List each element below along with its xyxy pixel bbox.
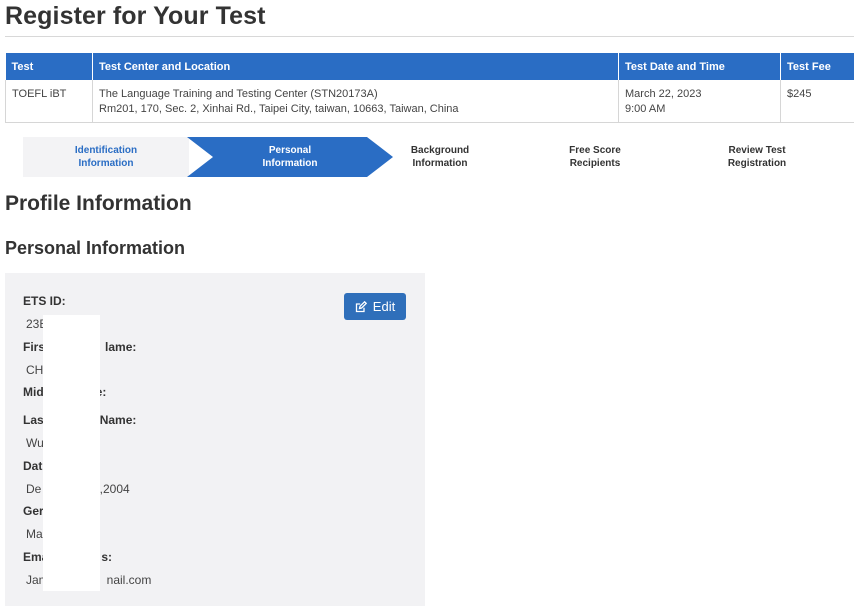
table-header-row: Test Test Center and Location Test Date …	[5, 53, 854, 80]
fee-cell: $245	[780, 80, 854, 123]
test-summary-table: Test Test Center and Location Test Date …	[5, 53, 854, 123]
edit-label: Edit	[372, 299, 396, 314]
step-background-information[interactable]: Background Information	[359, 137, 521, 177]
profile-section-title: Profile Information	[5, 192, 192, 215]
column-header-date: Test Date and Time	[618, 53, 781, 80]
test-center-name: The Language Training and Testing Center…	[99, 88, 378, 100]
center-cell: The Language Training and Testing Center…	[92, 80, 619, 123]
redaction-overlay	[43, 315, 100, 591]
field-gender: Ger Ma	[23, 504, 44, 541]
test-date: March 22, 2023	[625, 88, 702, 100]
step-label: Free Score Recipients	[569, 145, 621, 169]
edit-button[interactable]: Edit	[344, 293, 406, 320]
test-cell: TOEFL iBT	[5, 80, 93, 123]
page-title: Register for Your Test	[5, 2, 266, 30]
field-label: Ger	[23, 504, 44, 518]
step-label: Review Test Registration	[727, 145, 787, 169]
column-header-center: Test Center and Location	[92, 53, 619, 80]
test-center-address: Rm201, 170, Sec. 2, Xinhai Rd., Taipei C…	[99, 103, 459, 115]
step-identification-information[interactable]: Identification Information	[23, 137, 189, 177]
edit-icon	[355, 300, 367, 313]
test-name: TOEFL iBT	[12, 88, 67, 100]
step-review-test-registration[interactable]: Review Test Registration	[675, 137, 839, 177]
table-row: TOEFL iBT The Language Training and Test…	[5, 80, 854, 123]
field-value: Ma	[26, 527, 43, 541]
test-fee: $245	[787, 88, 812, 100]
step-label: Background Information	[410, 145, 470, 169]
date-cell: March 22, 2023 9:00 AM	[618, 80, 781, 123]
column-header-test: Test	[5, 53, 93, 80]
test-time: 9:00 AM	[625, 103, 666, 115]
step-label: Personal Information	[262, 145, 318, 169]
title-divider	[5, 36, 854, 37]
registration-stepper: Identification Information Personal Inform…	[23, 137, 849, 177]
personal-info-title: Personal Information	[5, 238, 186, 258]
step-free-score-recipients[interactable]: Free Score Recipients	[523, 137, 667, 177]
step-label: Identification Information	[74, 145, 138, 169]
column-header-fee: Test Fee	[780, 53, 854, 80]
field-label: ETS ID:	[23, 294, 66, 308]
